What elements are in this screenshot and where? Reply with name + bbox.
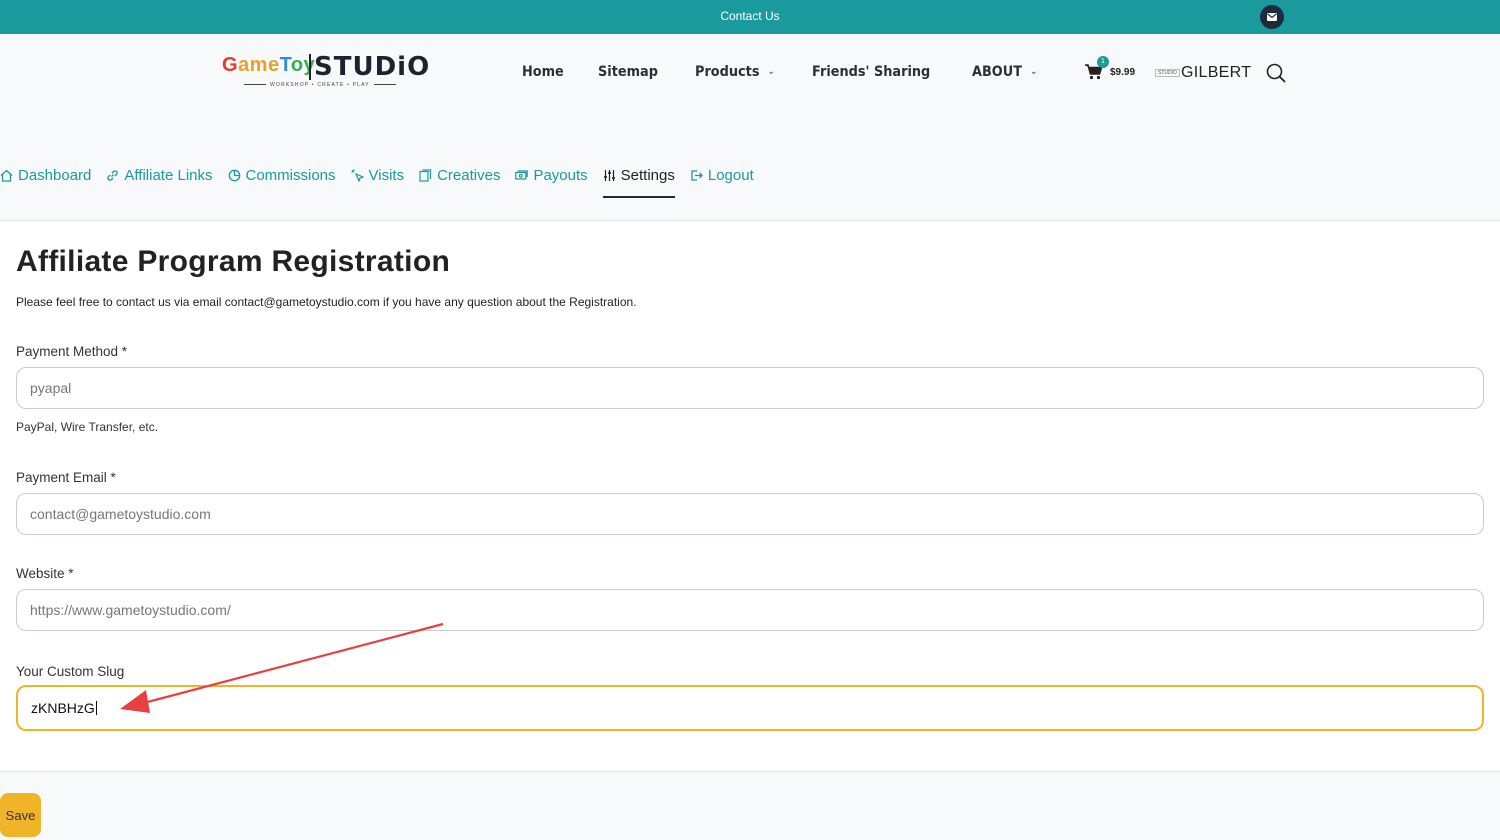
tab-commissions[interactable]: Commissions bbox=[228, 165, 336, 185]
custom-slug-input[interactable]: zKNBHzG bbox=[16, 685, 1484, 731]
mail-icon[interactable] bbox=[1260, 5, 1284, 29]
logout-icon bbox=[690, 169, 703, 182]
save-button[interactable]: Save bbox=[0, 793, 41, 837]
text-caret bbox=[95, 701, 97, 715]
intro-text: Please feel free to contact us via email… bbox=[16, 295, 637, 309]
nav-about[interactable]: ABOUT ⌄ bbox=[972, 64, 1037, 80]
pie-chart-icon bbox=[228, 169, 241, 182]
nav-products[interactable]: Products ⌄ bbox=[695, 64, 775, 80]
logo-separator bbox=[309, 54, 311, 80]
user-name[interactable]: GILBERT bbox=[1181, 64, 1251, 82]
registration-form: Affiliate Program Registration Please fe… bbox=[0, 221, 1500, 771]
tab-visits[interactable]: Visits bbox=[351, 165, 404, 185]
money-icon bbox=[515, 169, 529, 182]
payment-email-input[interactable]: contact@gametoystudio.com bbox=[16, 493, 1484, 535]
cart-icon[interactable]: 1 bbox=[1085, 56, 1109, 82]
search-icon[interactable] bbox=[1266, 63, 1286, 88]
chevron-down-icon: ⌄ bbox=[767, 67, 775, 77]
tab-dashboard[interactable]: Dashboard bbox=[0, 165, 91, 185]
home-icon bbox=[0, 169, 13, 182]
payment-email-label: Payment Email * bbox=[16, 470, 116, 485]
website-label: Website * bbox=[16, 566, 74, 581]
tab-affiliate-links[interactable]: Affiliate Links bbox=[106, 165, 213, 185]
sliders-icon bbox=[603, 169, 616, 182]
payment-method-label: Payment Method * bbox=[16, 344, 128, 359]
logo-tagline: WORKSHOP • CREATE • PLAY bbox=[240, 82, 400, 88]
website-input[interactable]: https://www.gametoystudio.com/ bbox=[16, 589, 1484, 631]
main-nav: Home Sitemap Products ⌄ Friends' Sharing … bbox=[522, 64, 1074, 80]
cart-count-badge: 1 bbox=[1097, 56, 1109, 68]
chevron-down-icon: ⌄ bbox=[1030, 67, 1037, 77]
cart-total[interactable]: $9.99 bbox=[1110, 67, 1135, 78]
nav-home[interactable]: Home bbox=[522, 64, 564, 80]
payment-method-hint: PayPal, Wire Transfer, etc. bbox=[16, 420, 159, 434]
tab-settings[interactable]: Settings bbox=[602, 165, 676, 198]
user-avatar[interactable]: STUDIO bbox=[1155, 69, 1180, 77]
logo-wordmark-studio: STUDiO bbox=[314, 52, 431, 82]
images-icon bbox=[419, 168, 432, 182]
nav-sitemap[interactable]: Sitemap bbox=[598, 64, 658, 80]
tab-logout[interactable]: Logout bbox=[690, 165, 754, 185]
form-footer-divider bbox=[0, 771, 1500, 772]
custom-slug-label: Your Custom Slug bbox=[16, 664, 125, 679]
site-logo[interactable]: GameToy STUDiO WORKSHOP • CREATE • PLAY bbox=[222, 52, 429, 94]
tab-creatives[interactable]: Creatives bbox=[419, 165, 500, 185]
nav-friends-sharing[interactable]: Friends' Sharing bbox=[812, 64, 930, 80]
logo-wordmark-gametoy: GameToy bbox=[222, 54, 316, 76]
page-title: Affiliate Program Registration bbox=[16, 245, 451, 278]
tab-payouts[interactable]: Payouts bbox=[515, 165, 588, 185]
top-bar: Contact Us bbox=[0, 0, 1500, 34]
site-header: GameToy STUDiO WORKSHOP • CREATE • PLAY … bbox=[0, 34, 1500, 124]
payment-method-input[interactable]: pyapal bbox=[16, 367, 1484, 409]
cursor-click-icon bbox=[351, 169, 364, 182]
affiliate-tabs: Dashboard Affiliate Links Commissions Vi… bbox=[0, 165, 769, 199]
link-icon bbox=[106, 169, 119, 182]
